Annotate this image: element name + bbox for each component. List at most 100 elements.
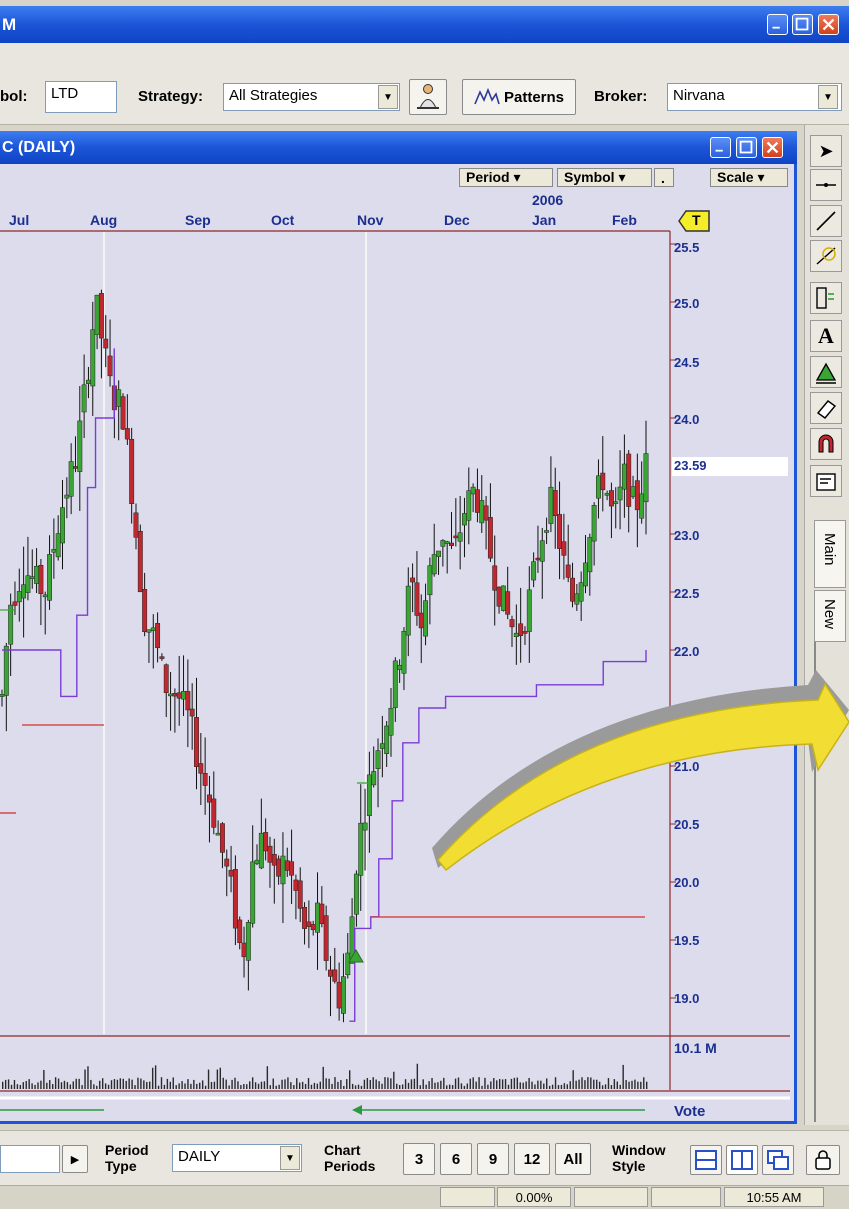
candle-down [449, 542, 454, 546]
patterns-button[interactable]: Patterns [462, 79, 576, 115]
candle-up [90, 329, 96, 387]
trendline-tool[interactable] [810, 205, 842, 237]
volume-bar [122, 1078, 124, 1089]
triangle-tool[interactable] [810, 356, 842, 388]
candle-down [509, 619, 515, 628]
window-style-label: Window Style [612, 1142, 666, 1174]
fibonacci-tool[interactable] [810, 240, 842, 272]
period-all-button[interactable]: All [555, 1143, 591, 1175]
candle-up [544, 530, 550, 533]
text-tool[interactable]: A [810, 320, 842, 352]
candle-up [444, 541, 450, 544]
volume-bar [378, 1081, 380, 1089]
volume-bar [225, 1079, 227, 1089]
app-close-button[interactable] [818, 14, 839, 35]
volume-bar [251, 1077, 254, 1089]
magnet-tool[interactable] [810, 428, 842, 460]
volume-bar [566, 1084, 569, 1089]
volume-bar [172, 1077, 174, 1089]
volume-bar [116, 1079, 119, 1089]
volume-bar [181, 1081, 183, 1089]
strategy-select[interactable]: All Strategies [223, 83, 400, 111]
chart-maximize-button[interactable] [736, 137, 757, 158]
candle-up [470, 486, 476, 495]
volume-bar [187, 1079, 189, 1089]
eraser-icon [816, 400, 837, 419]
candle-up [531, 561, 537, 581]
candle-down [172, 693, 178, 697]
volume-bar [57, 1078, 60, 1089]
broker-dropdown-button[interactable]: ▼ [818, 85, 838, 109]
volume-bar [54, 1077, 57, 1089]
properties-tool[interactable] [810, 465, 842, 497]
gann-tool[interactable] [810, 282, 842, 314]
candle-up [604, 493, 610, 496]
volume-bar [254, 1082, 257, 1089]
volume-bar [457, 1077, 460, 1089]
candle-up [250, 861, 256, 924]
app-maximize-button[interactable] [792, 14, 813, 35]
status-percent: 0.00% [497, 1187, 571, 1207]
pointer-tool[interactable]: ➤ [810, 135, 842, 167]
candle-up [168, 693, 174, 697]
period-9-button[interactable]: 9 [477, 1143, 509, 1175]
bottom-left-field[interactable] [0, 1145, 60, 1173]
window-style-horizontal-button[interactable] [690, 1145, 722, 1175]
candle-down [522, 631, 528, 634]
volume-bar [290, 1082, 292, 1089]
candle-up [55, 533, 61, 558]
volume-bar [398, 1085, 401, 1089]
volume-bar [234, 1077, 236, 1089]
volume-bar [131, 1079, 133, 1089]
period-6-button[interactable]: 6 [440, 1143, 472, 1175]
price-label-25-5: 25.5 [674, 240, 700, 255]
period-3-button[interactable]: 3 [403, 1143, 435, 1175]
price-label-23-0: 23.0 [674, 528, 700, 543]
candle-down [228, 869, 234, 877]
cascade-icon [767, 1150, 789, 1170]
volume-bar [546, 1078, 548, 1089]
bottom-left-expand-button[interactable]: ▶ [62, 1145, 88, 1173]
price-label-24-0: 24.0 [674, 412, 700, 427]
strategy-dropdown-button[interactable]: ▼ [378, 85, 398, 109]
volume-bar [357, 1084, 360, 1089]
volume-bar [390, 1078, 392, 1089]
app-minimize-button[interactable] [767, 14, 788, 35]
candle-up [215, 832, 221, 836]
eraser-tool[interactable] [810, 392, 842, 424]
tab-new[interactable]: New [814, 590, 846, 642]
symbol-field[interactable]: LTD [45, 81, 117, 113]
volume-bar [613, 1079, 616, 1089]
candle-up [440, 540, 446, 547]
window-lock-button[interactable] [806, 1145, 840, 1175]
chart-minimize-button[interactable] [710, 137, 731, 158]
volume-bar [472, 1077, 474, 1089]
volume-bar [446, 1085, 448, 1089]
volume-bar [384, 1077, 386, 1089]
strategy-wizard-button[interactable] [409, 79, 447, 115]
window-style-vertical-button[interactable] [726, 1145, 758, 1175]
candle-down [98, 293, 104, 339]
volume-bar [249, 1081, 251, 1089]
volume-bar [413, 1078, 416, 1089]
volume-bar [287, 1077, 289, 1089]
candle-down [600, 472, 606, 491]
period-12-button[interactable]: 12 [514, 1143, 550, 1175]
chevron-down-icon: ▼ [383, 91, 393, 103]
horizontal-line-tool[interactable] [810, 169, 842, 201]
volume-bar [43, 1069, 45, 1089]
period-type-dropdown-button[interactable]: ▼ [280, 1146, 300, 1170]
broker-select[interactable]: Nirvana [667, 83, 842, 111]
window-style-cascade-button[interactable] [762, 1145, 794, 1175]
maximize-icon [739, 140, 753, 154]
candle-up [539, 540, 545, 562]
volume-bar [72, 1081, 74, 1089]
volume-bar [207, 1069, 210, 1089]
volume-bar [260, 1081, 263, 1089]
candle-down [332, 969, 338, 982]
volume-bar [113, 1079, 116, 1089]
chart-close-button[interactable] [762, 137, 783, 158]
candle-up [150, 627, 156, 631]
volume-bar [640, 1081, 642, 1089]
tab-main[interactable]: Main [814, 520, 846, 588]
